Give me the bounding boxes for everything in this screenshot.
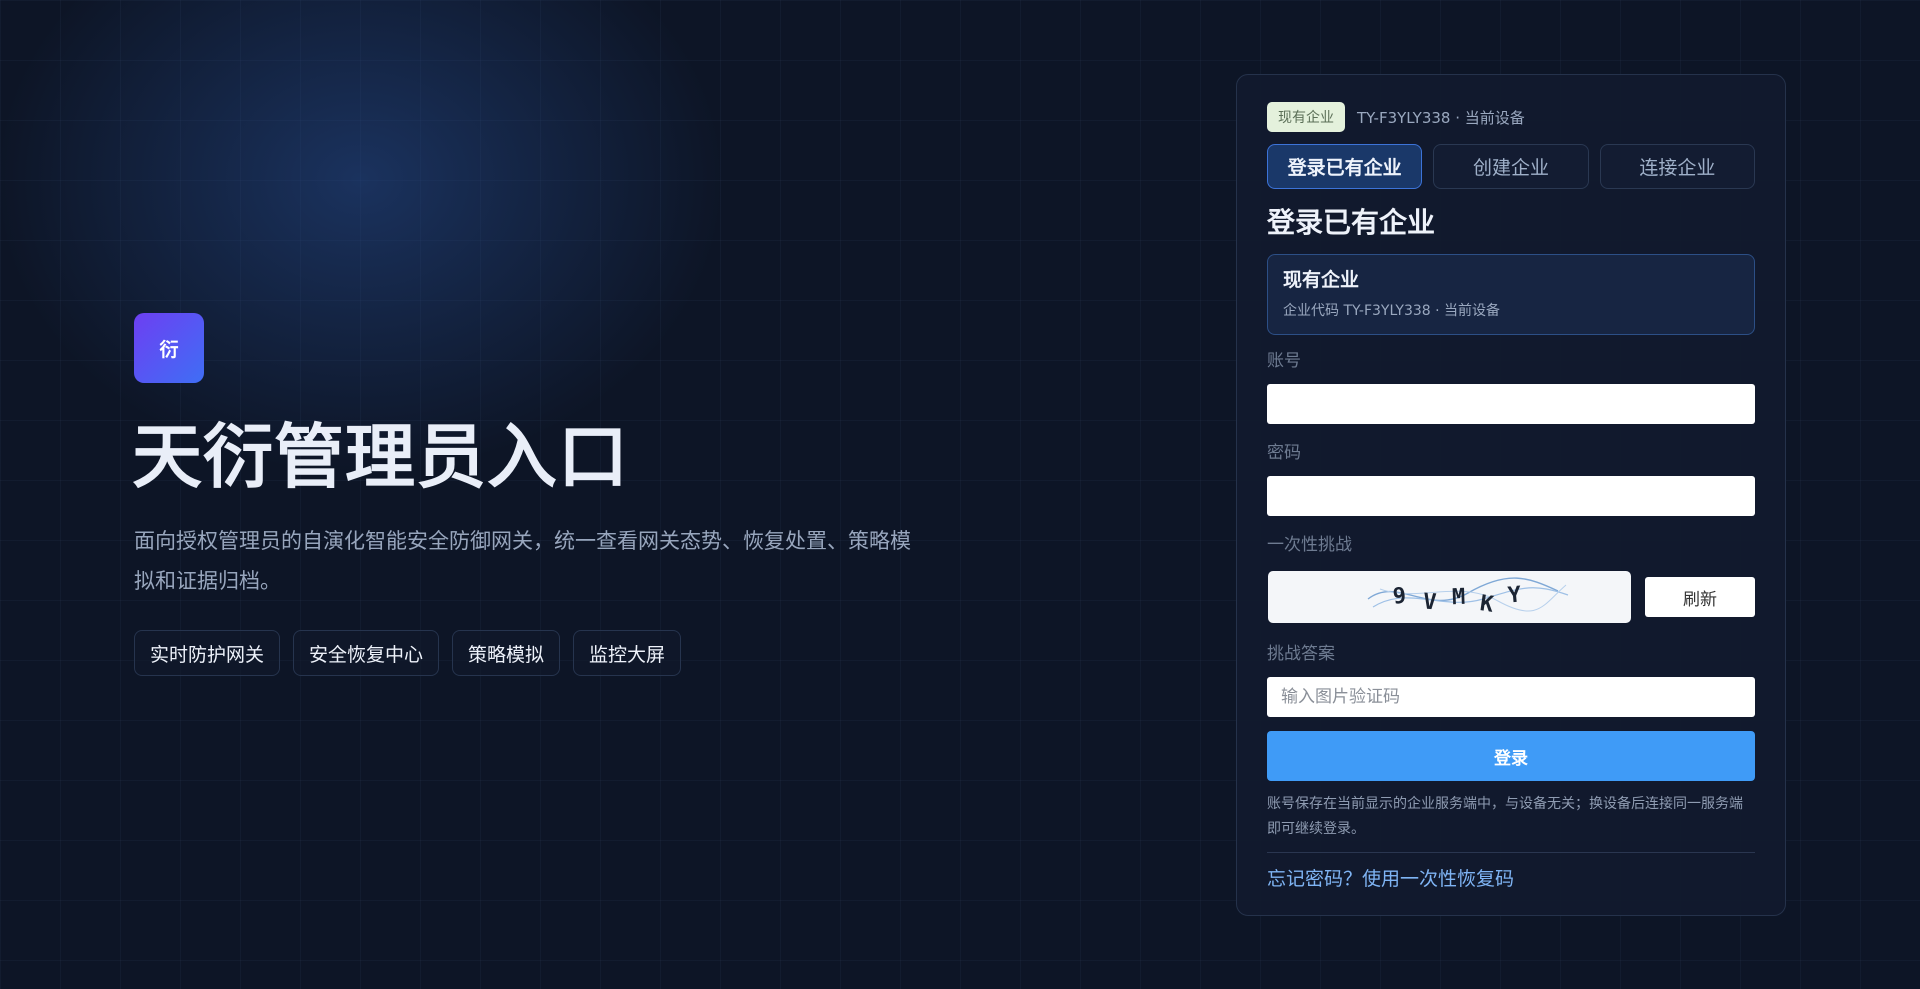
answer-label: 挑战答案 [1267, 644, 1335, 664]
account-label: 账号 [1267, 351, 1301, 371]
captcha-image[interactable]: 9 V M K Y [1268, 571, 1631, 623]
captcha-char-1: 9 [1392, 583, 1408, 609]
forgot-password-link[interactable]: 忘记密码？使用一次性恢复码 [1267, 864, 1514, 891]
hero-description: 面向授权管理员的自演化智能安全防御网关，统一查看网关态势、恢复处置、策略模拟和证… [134, 529, 911, 593]
login-button[interactable]: 登录 [1267, 731, 1755, 781]
enterprise-box-subtitle: 企业代码 TY-F3YLY338 · 当前设备 [1283, 303, 1501, 319]
captcha-noise: 9 V M K Y [1367, 577, 1569, 618]
captcha-char-4: K [1478, 591, 1495, 618]
login-card: 现有企业 TY-F3YLY338 · 当前设备 登录已有企业 创建企业 连接企业… [1236, 74, 1786, 916]
account-input[interactable] [1267, 384, 1755, 424]
feature-tag-monitor-screen: 监控大屏 [573, 630, 682, 676]
form-title: 登录已有企业 [1267, 206, 1436, 239]
enterprise-status-row: 现有企业 TY-F3YLY338 · 当前设备 [1267, 102, 1525, 132]
logo-icon: 衍 [134, 313, 204, 383]
captcha-char-2: V [1422, 590, 1437, 616]
page-title: 天衍管理员入口 [132, 416, 629, 498]
enterprise-info: TY-F3YLY338 · 当前设备 [1357, 108, 1525, 127]
divider [1267, 852, 1755, 853]
feature-tag-recovery-center: 安全恢复中心 [293, 630, 440, 676]
refresh-captcha-button[interactable]: 刷新 [1645, 577, 1755, 617]
feature-tag-policy-simulation: 策略模拟 [452, 630, 561, 676]
enterprise-box: 现有企业 企业代码 TY-F3YLY338 · 当前设备 [1267, 254, 1755, 335]
captcha-char-5: Y [1507, 582, 1523, 608]
feature-tag-realtime-gateway: 实时防护网关 [134, 630, 281, 676]
captcha-char-3: M [1452, 585, 1466, 610]
password-input[interactable] [1267, 476, 1755, 516]
mode-tabs: 登录已有企业 创建企业 连接企业 [1267, 144, 1755, 189]
password-label: 密码 [1267, 443, 1301, 463]
tab-create-enterprise[interactable]: 创建企业 [1433, 144, 1589, 189]
tab-login-existing[interactable]: 登录已有企业 [1267, 144, 1423, 189]
challenge-label: 一次性挑战 [1267, 535, 1352, 555]
tab-connect-enterprise[interactable]: 连接企业 [1599, 144, 1755, 189]
feature-tags: 实时防护网关 安全恢复中心 策略模拟 监控大屏 [134, 630, 682, 676]
logo-char: 衍 [159, 338, 179, 361]
enterprise-box-title: 现有企业 [1283, 269, 1360, 291]
captcha-answer-input[interactable] [1267, 677, 1755, 717]
account-note: 账号保存在当前显示的企业服务端中，与设备无关；换设备后连接同一服务端即可继续登录… [1267, 796, 1743, 837]
enterprise-badge: 现有企业 [1267, 102, 1345, 132]
